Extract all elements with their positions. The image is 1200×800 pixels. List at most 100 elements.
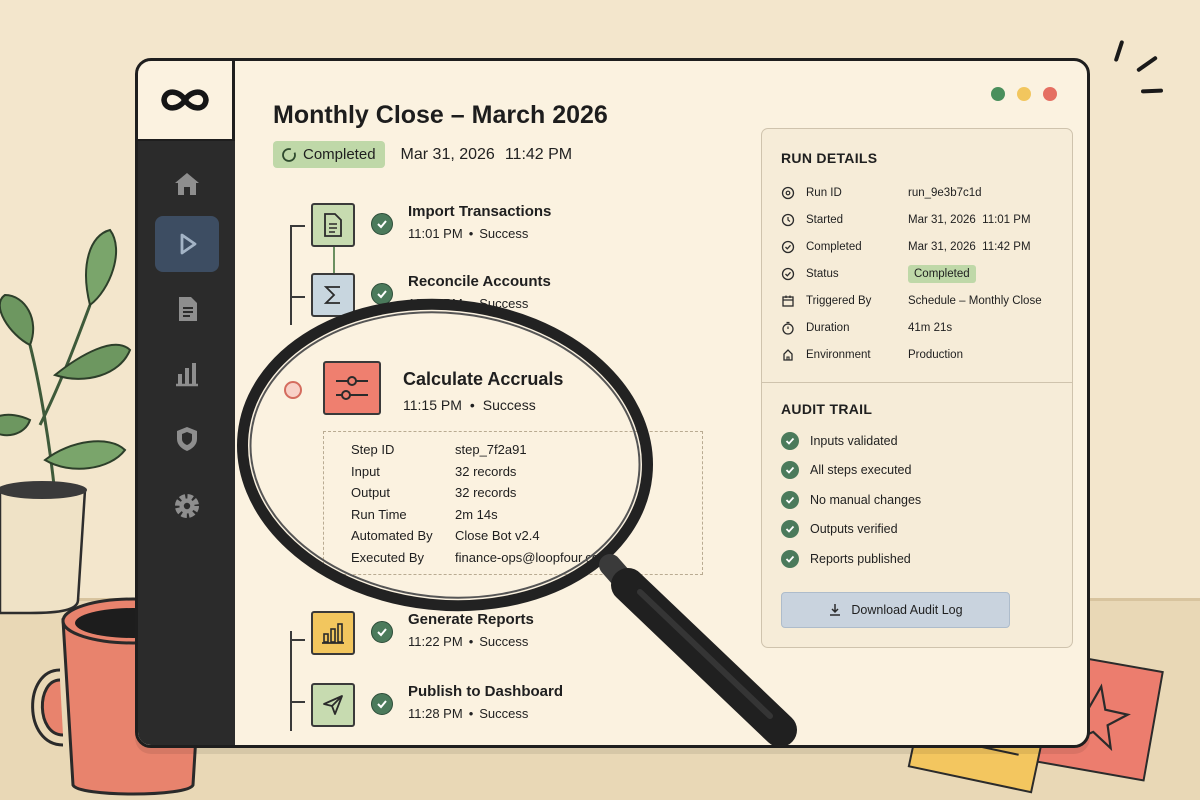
- app-window: Monthly Close – March 2026 Completed Mar…: [135, 58, 1090, 748]
- check-circle-icon: [781, 550, 799, 568]
- run-detail-value: Mar 31, 2026 11:42 PM: [908, 241, 1031, 253]
- sparkle-line: [1136, 55, 1158, 73]
- detail-row: Automated By Close Bot v2.4: [351, 528, 702, 543]
- sidebar-item-reports[interactable]: [155, 346, 219, 402]
- step-result: Success: [482, 397, 536, 413]
- bar-chart-icon: [322, 623, 344, 644]
- timeline-line: [290, 225, 292, 325]
- run-detail-row: Run ID run_9e3b7c1d: [781, 186, 982, 200]
- audit-trail-item: All steps executed: [781, 461, 911, 479]
- sidebar-item-security[interactable]: [155, 411, 219, 467]
- detail-value: 32 records: [455, 463, 517, 479]
- timeline-line: [290, 701, 305, 703]
- status-date: Mar 31, 2026: [400, 145, 495, 163]
- step-time: 11:01 PM: [408, 226, 463, 241]
- status-badge-label: Completed: [303, 146, 376, 163]
- separator: •: [469, 397, 475, 413]
- step-icon-box: [323, 361, 381, 415]
- step-publish-to-dashboard[interactable]: Publish to Dashboard 11:28 PM • Success: [311, 683, 563, 727]
- status-time: 11:42 PM: [504, 145, 573, 163]
- sidebar-item-home[interactable]: [155, 156, 219, 212]
- step-icon-box: [311, 611, 355, 655]
- audit-trail-item: Reports published: [781, 550, 911, 568]
- panel-divider: [762, 382, 1072, 383]
- play-icon: [180, 233, 197, 255]
- step-meta: 11:28 PM • Success: [408, 706, 563, 721]
- step-name: Publish to Dashboard: [408, 683, 564, 700]
- step-result: Success: [479, 634, 529, 649]
- run-detail-key: Environment: [806, 349, 871, 361]
- detail-key: Executed By: [351, 549, 424, 565]
- detail-key: Step ID: [351, 442, 395, 457]
- status-row: Completed Mar 31, 2026 11:42 PM: [273, 141, 572, 168]
- detail-row: Input 32 records: [351, 464, 702, 479]
- run-detail-row: Duration 41m 21s: [781, 321, 952, 335]
- step-icon-box: [311, 273, 355, 317]
- run-details-heading: RUN DETAILS: [781, 150, 878, 166]
- step-time: 11:15 PM: [403, 397, 462, 413]
- run-detail-row: Status Completed: [781, 265, 976, 283]
- logo: [138, 61, 235, 141]
- detail-key: Run Time: [351, 506, 407, 522]
- detail-row: Run Time 2m 14s: [351, 507, 702, 522]
- audit-trail-label: No manual changes: [810, 493, 922, 507]
- step-time: 11:28 PM: [408, 706, 463, 721]
- window-dot-green[interactable]: [991, 87, 1005, 101]
- page-title: Monthly Close – March 2026: [273, 101, 608, 129]
- id-badge-icon: [781, 186, 795, 200]
- audit-trail-label: Outputs verified: [810, 522, 898, 536]
- step-import-transactions[interactable]: Import Transactions 11:01 PM • Success: [311, 203, 551, 247]
- step-name: Reconcile Accounts: [408, 273, 551, 290]
- detail-key: Automated By: [351, 528, 433, 543]
- window-dot-red[interactable]: [1043, 87, 1057, 101]
- sidebar-item-settings[interactable]: [155, 478, 219, 534]
- check-circle-icon: [781, 240, 795, 254]
- shield-icon: [177, 427, 197, 451]
- step-detail-panel: Step ID step_7f2a91 Input 32 records Outpu…: [323, 431, 703, 575]
- check-circle-icon: [781, 461, 799, 479]
- step-meta: 11:01 PM • Success: [408, 226, 551, 241]
- step-meta: 11:22 PM • Success: [408, 634, 534, 649]
- calendar-icon: [782, 295, 794, 307]
- separator: •: [468, 296, 474, 311]
- run-detail-row: Triggered By Schedule – Monthly Close: [781, 294, 1042, 308]
- sidebar-item-documents[interactable]: [155, 281, 219, 337]
- run-detail-value: Production: [908, 349, 963, 361]
- sparkle-line: [1113, 39, 1125, 63]
- run-detail-key: Completed: [806, 241, 862, 253]
- sliders-icon: [336, 376, 368, 400]
- gear-icon: [175, 494, 199, 518]
- bar-chart-icon: [176, 363, 198, 387]
- separator: •: [468, 634, 474, 649]
- separator: •: [468, 706, 474, 721]
- check-circle-icon: [781, 491, 799, 509]
- run-detail-key: Status: [806, 268, 839, 280]
- check-circle-icon: [781, 267, 795, 281]
- clock-icon: [781, 213, 795, 227]
- step-reconcile-accounts[interactable]: Reconcile Accounts 11:08 PM • Success: [311, 273, 551, 317]
- document-icon: [324, 213, 342, 237]
- run-detail-value: Mar 31, 2026 11:01 PM: [908, 214, 1031, 226]
- check-circle-icon: [781, 432, 799, 450]
- detail-value: 2m 14s: [455, 506, 498, 522]
- send-icon: [323, 695, 343, 715]
- sidebar-item-runs[interactable]: [155, 216, 219, 272]
- plant-illustration: [0, 228, 132, 615]
- scene: Monthly Close – March 2026 Completed Mar…: [0, 0, 1200, 800]
- step-calculate-accruals[interactable]: Calculate Accruals 11:15 PM • Success: [323, 361, 563, 415]
- success-check-icon: [371, 693, 393, 715]
- success-check-icon: [371, 621, 393, 643]
- run-detail-key: Triggered By: [806, 295, 872, 307]
- run-detail-value: Schedule – Monthly Close: [908, 295, 1042, 307]
- download-audit-log-button[interactable]: Download Audit Log: [781, 592, 1010, 628]
- step-result: Success: [479, 226, 529, 241]
- timeline-line: [290, 631, 292, 731]
- step-result: Success: [479, 706, 529, 721]
- step-name: Import Transactions: [408, 203, 552, 220]
- window-dot-yellow[interactable]: [1017, 87, 1031, 101]
- audit-trail-item: Inputs validated: [781, 432, 898, 450]
- step-generate-reports[interactable]: Generate Reports 11:22 PM • Success: [311, 611, 534, 655]
- step-time: 11:22 PM: [408, 634, 463, 649]
- detail-key: Input: [351, 463, 380, 479]
- run-detail-key: Duration: [806, 322, 850, 334]
